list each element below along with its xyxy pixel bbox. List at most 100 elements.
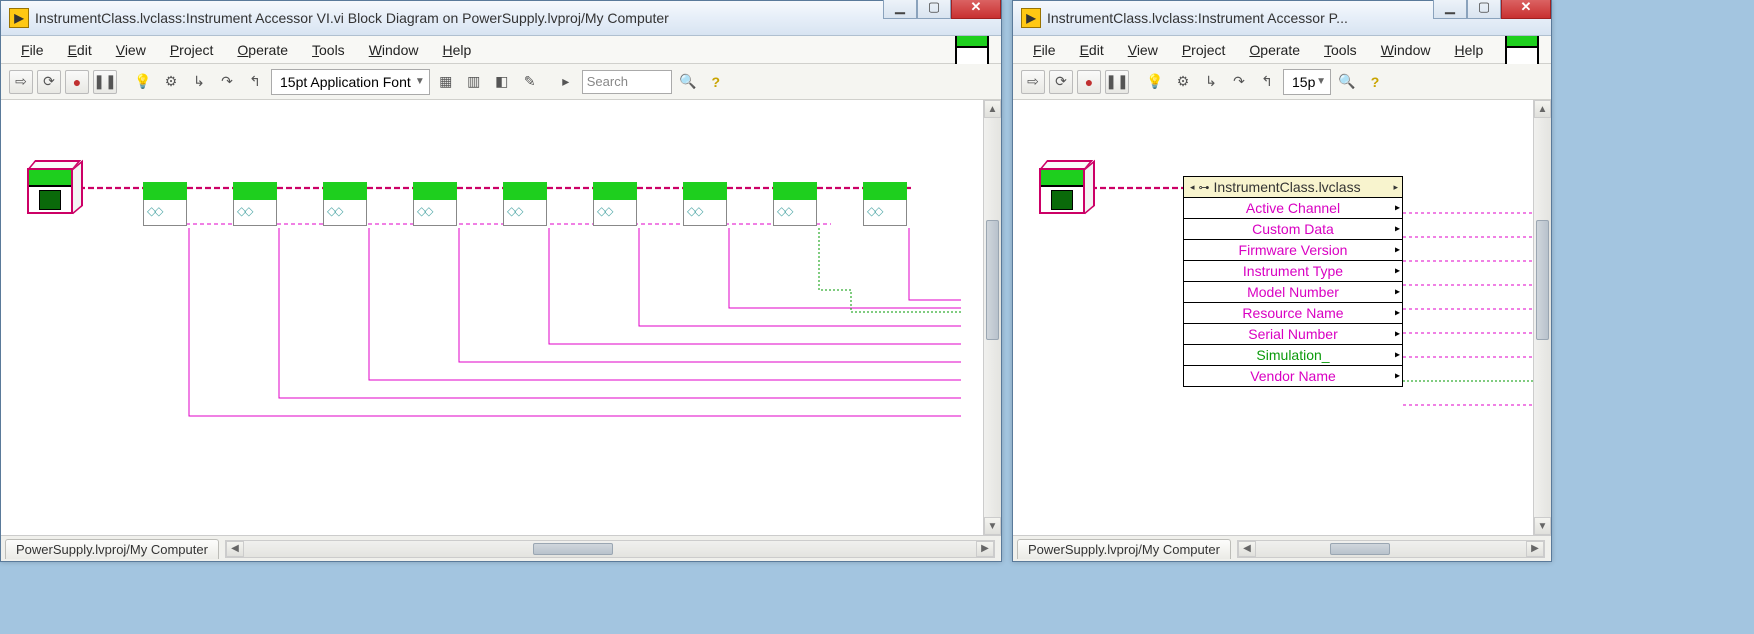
class-input-terminal[interactable] xyxy=(1039,160,1095,216)
scrollbar-thumb[interactable] xyxy=(1536,220,1549,340)
vi-icon[interactable] xyxy=(1505,33,1539,67)
property-row-label: Vendor Name xyxy=(1250,368,1336,384)
property-row[interactable]: Vendor Name▸ xyxy=(1184,366,1402,386)
context-help-icon[interactable]: ? xyxy=(1363,70,1387,94)
menu-tools[interactable]: Tools xyxy=(300,38,357,62)
wire-layer xyxy=(1,100,985,535)
chevron-left-icon: ◂ xyxy=(1190,182,1195,193)
property-node[interactable]: ◂ ⊶ InstrumentClass.lvclass ▸ Active Cha… xyxy=(1183,176,1403,387)
property-row[interactable]: Firmware Version▸ xyxy=(1184,240,1402,261)
property-row-label: Custom Data xyxy=(1252,221,1334,237)
retain-wire-values-icon[interactable]: ⚙ xyxy=(159,70,183,94)
property-node-header[interactable]: ◂ ⊶ InstrumentClass.lvclass ▸ xyxy=(1184,177,1402,198)
vertical-scrollbar[interactable]: ▲ ▼ xyxy=(983,100,1001,535)
align-objects-icon[interactable]: ▦ xyxy=(434,70,458,94)
property-row[interactable]: Serial Number▸ xyxy=(1184,324,1402,345)
step-out-icon[interactable]: ↰ xyxy=(1255,70,1279,94)
window-controls xyxy=(1433,0,1551,19)
maximize-button[interactable] xyxy=(1467,0,1501,19)
property-row[interactable]: Active Channel▸ xyxy=(1184,198,1402,219)
subvi-node[interactable]: ◇◇ xyxy=(143,182,187,226)
menu-project[interactable]: Project xyxy=(158,38,226,62)
minimize-button[interactable] xyxy=(883,0,917,19)
subvi-node[interactable]: ◇◇ xyxy=(593,182,637,226)
menu-help[interactable]: Help xyxy=(1443,38,1496,62)
menu-edit[interactable]: Edit xyxy=(56,38,104,62)
retain-wire-values-icon[interactable]: ⚙ xyxy=(1171,70,1195,94)
subvi-node[interactable]: ◇◇ xyxy=(233,182,277,226)
step-into-icon[interactable]: ↳ xyxy=(1199,70,1223,94)
search-icon[interactable]: 🔍 xyxy=(1335,70,1359,94)
menu-operate[interactable]: Operate xyxy=(225,38,300,62)
chevron-right-icon: ▸ xyxy=(1393,182,1398,193)
property-row[interactable]: Instrument Type▸ xyxy=(1184,261,1402,282)
subvi-node[interactable]: ◇◇ xyxy=(683,182,727,226)
step-over-icon[interactable]: ↷ xyxy=(1227,70,1251,94)
subvi-glyph-icon: ◇◇ xyxy=(417,204,431,218)
status-path-tab[interactable]: PowerSupply.lvproj/My Computer xyxy=(5,539,219,559)
property-row[interactable]: Resource Name▸ xyxy=(1184,303,1402,324)
step-out-icon[interactable]: ↰ xyxy=(243,70,267,94)
menu-edit[interactable]: Edit xyxy=(1068,38,1116,62)
menu-window[interactable]: Window xyxy=(357,38,431,62)
menu-project[interactable]: Project xyxy=(1170,38,1238,62)
abort-button[interactable]: ● xyxy=(1077,70,1101,94)
font-selector[interactable]: 15pt Application Font xyxy=(271,69,430,95)
subvi-node[interactable]: ◇◇ xyxy=(773,182,817,226)
highlight-execution-icon[interactable]: 💡 xyxy=(131,70,155,94)
pause-button[interactable]: ❚❚ xyxy=(1105,70,1129,94)
horizontal-scrollbar[interactable]: ◀ ▶ xyxy=(225,540,995,558)
run-button[interactable]: ⇨ xyxy=(1021,70,1045,94)
search-input[interactable]: Search xyxy=(582,70,672,94)
step-over-icon[interactable]: ↷ xyxy=(215,70,239,94)
hscroll-thumb[interactable] xyxy=(1330,543,1390,555)
highlight-execution-icon[interactable]: 💡 xyxy=(1143,70,1167,94)
block-diagram-canvas[interactable]: ◇◇ ◇◇ ◇◇ ◇◇ ◇◇ ◇◇ ◇◇ ◇◇ ◇◇ ▲ ▼ xyxy=(1,100,1001,535)
subvi-node[interactable]: ◇◇ xyxy=(863,182,907,226)
abort-button[interactable]: ● xyxy=(65,70,89,94)
maximize-button[interactable] xyxy=(917,0,951,19)
menu-tools[interactable]: Tools xyxy=(1312,38,1369,62)
menu-operate[interactable]: Operate xyxy=(1237,38,1312,62)
class-input-terminal[interactable] xyxy=(27,160,83,216)
subvi-node[interactable]: ◇◇ xyxy=(413,182,457,226)
subvi-node[interactable]: ◇◇ xyxy=(323,182,367,226)
close-button[interactable] xyxy=(951,0,1001,19)
menu-file[interactable]: File xyxy=(1021,38,1068,62)
context-help-icon[interactable]: ? xyxy=(704,70,728,94)
step-into-icon[interactable]: ↳ xyxy=(187,70,211,94)
scrollbar-thumb[interactable] xyxy=(986,220,999,340)
close-button[interactable] xyxy=(1501,0,1551,19)
property-row[interactable]: Simulation_▸ xyxy=(1184,345,1402,366)
menu-view[interactable]: View xyxy=(104,38,158,62)
chevron-right-icon: ▸ xyxy=(1395,245,1400,256)
pause-button[interactable]: ❚❚ xyxy=(93,70,117,94)
reorder-icon[interactable]: ✎ xyxy=(518,70,542,94)
run-continuous-button[interactable]: ⟳ xyxy=(37,70,61,94)
title-bar[interactable]: ▶ InstrumentClass.lvclass:Instrument Acc… xyxy=(1,1,1001,36)
vi-icon[interactable] xyxy=(955,33,989,67)
font-label: 15pt Application Font xyxy=(280,74,411,90)
font-selector[interactable]: 15p xyxy=(1283,69,1331,95)
block-diagram-canvas[interactable]: ◂ ⊶ InstrumentClass.lvclass ▸ Active Cha… xyxy=(1013,100,1551,535)
property-row[interactable]: Custom Data▸ xyxy=(1184,219,1402,240)
resize-objects-icon[interactable]: ◧ xyxy=(490,70,514,94)
menu-help[interactable]: Help xyxy=(431,38,484,62)
run-button[interactable]: ⇨ xyxy=(9,70,33,94)
minimize-button[interactable] xyxy=(1433,0,1467,19)
subvi-node[interactable]: ◇◇ xyxy=(503,182,547,226)
distribute-objects-icon[interactable]: ▥ xyxy=(462,70,486,94)
horizontal-scrollbar[interactable]: ◀ ▶ xyxy=(1237,540,1545,558)
labview-app-icon: ▶ xyxy=(1021,8,1041,28)
search-icon[interactable]: 🔍 xyxy=(676,70,700,94)
property-row[interactable]: Model Number▸ xyxy=(1184,282,1402,303)
cleanup-diagram-icon[interactable]: ▸ xyxy=(554,70,578,94)
title-bar[interactable]: ▶ InstrumentClass.lvclass:Instrument Acc… xyxy=(1013,1,1551,36)
menu-window[interactable]: Window xyxy=(1369,38,1443,62)
hscroll-thumb[interactable] xyxy=(533,543,613,555)
status-path-tab[interactable]: PowerSupply.lvproj/My Computer xyxy=(1017,539,1231,559)
menu-view[interactable]: View xyxy=(1116,38,1170,62)
vertical-scrollbar[interactable]: ▲ ▼ xyxy=(1533,100,1551,535)
menu-file[interactable]: File xyxy=(9,38,56,62)
run-continuous-button[interactable]: ⟳ xyxy=(1049,70,1073,94)
